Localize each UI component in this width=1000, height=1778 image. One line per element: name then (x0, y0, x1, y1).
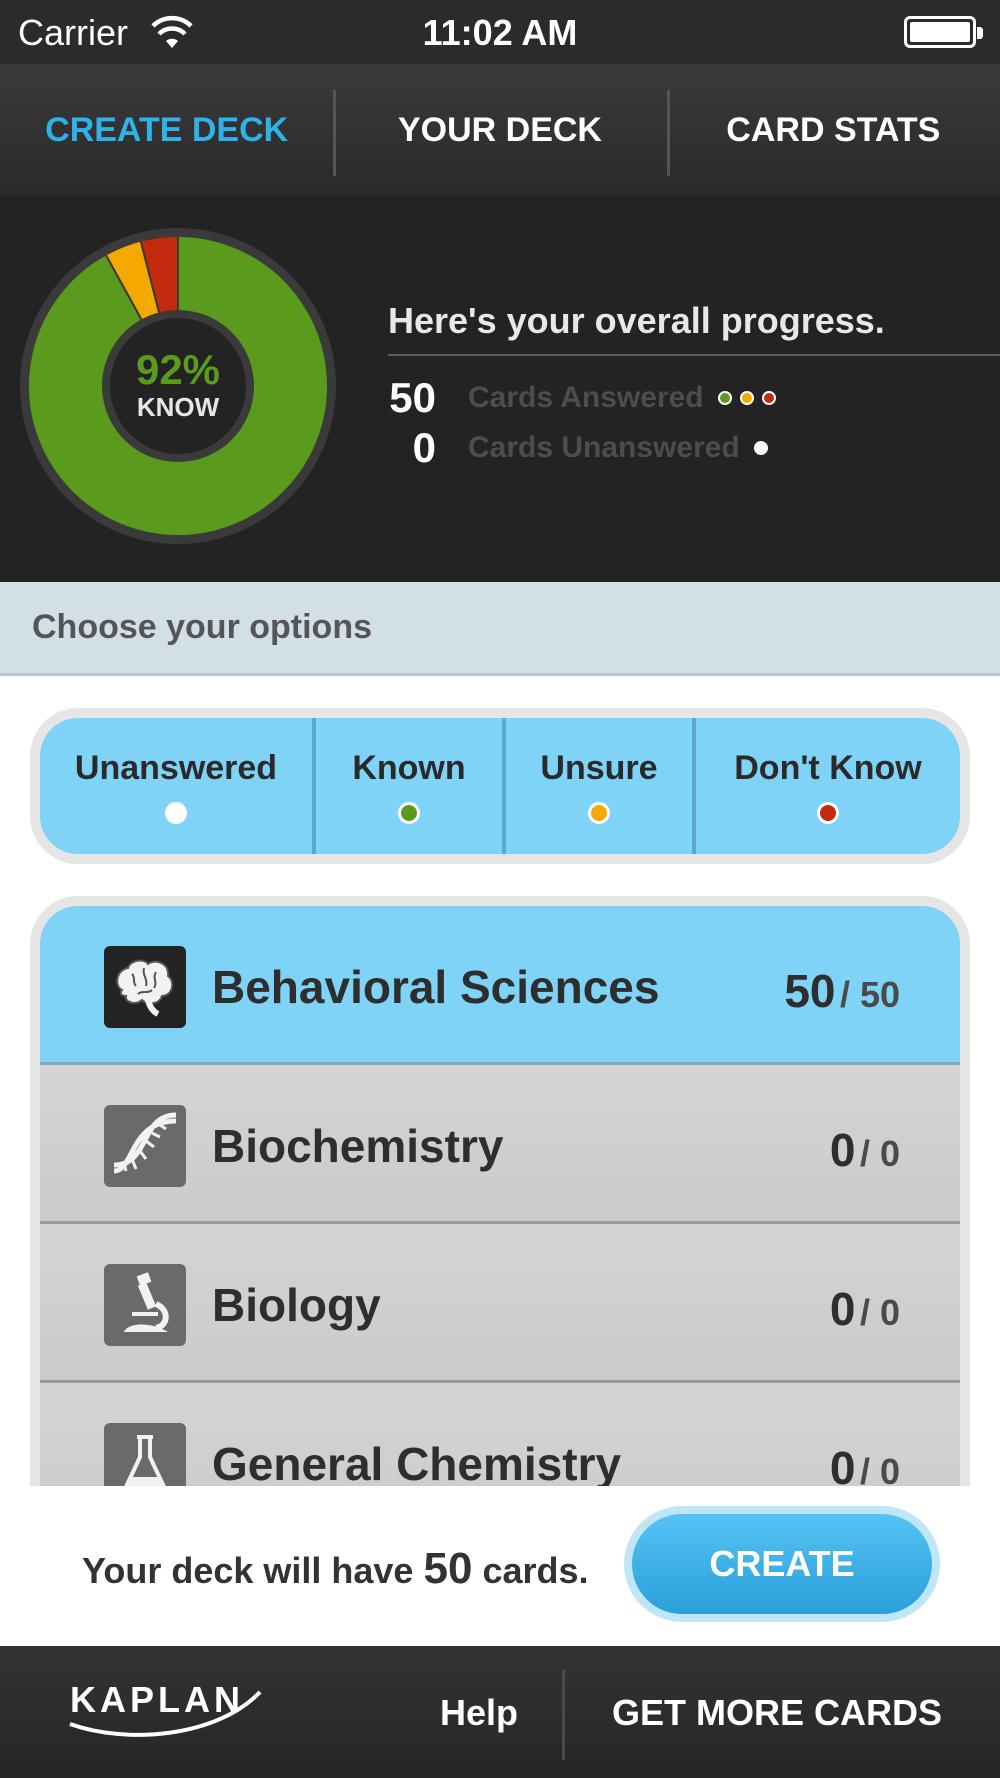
filter-unsure[interactable]: Unsure (502, 718, 692, 854)
svg-text:KAPLAN: KAPLAN (70, 1679, 244, 1720)
footer: KAPLAN Help GET MORE CARDS (0, 1646, 1000, 1778)
filter-dont-know[interactable]: Don't Know (692, 718, 960, 854)
dont-know-dot-icon (761, 391, 776, 405)
deck-size-summary: Your deck will have 50 cards. (82, 1544, 589, 1594)
divider (562, 1670, 565, 1760)
unanswered-dot-icon (165, 801, 187, 824)
status-bar: Carrier 11:02 AM (0, 0, 1000, 64)
category-count: 0 / 0 (829, 1283, 900, 1335)
known-dot-icon (398, 801, 420, 824)
filter-unanswered[interactable]: Unanswered (40, 718, 312, 854)
dont-know-dot-icon (817, 801, 839, 824)
battery-icon (904, 16, 983, 48)
unanswered-dots (753, 441, 768, 455)
category-list-container: Behavioral Sciences 50 / 50 Biochemistry… (30, 896, 970, 1496)
unsure-dot-icon (588, 801, 610, 824)
category-row-biochemistry[interactable]: Biochemistry 0 / 0 (40, 1065, 960, 1224)
brain-icon (104, 946, 186, 1028)
answered-stat: 50 Cards Answered (380, 374, 776, 422)
divider (388, 354, 1000, 356)
unanswered-label: Cards Unanswered (468, 431, 740, 464)
create-bar: Your deck will have 50 cards. CREATE (0, 1486, 1000, 1646)
unanswered-stat: 0 Cards Unanswered (380, 424, 768, 472)
category-count: 0 / 0 (829, 1124, 900, 1176)
category-row-general-chemistry[interactable]: General Chemistry 0 / 0 (40, 1383, 960, 1496)
get-more-cards-link[interactable]: GET MORE CARDS (612, 1692, 942, 1734)
unanswered-dot-icon (753, 441, 768, 455)
filter-known[interactable]: Known (312, 718, 502, 854)
filter-label: Don't Know (734, 748, 922, 787)
tab-card-stats[interactable]: CARD STATS (666, 64, 1000, 196)
category-row-biology[interactable]: Biology 0 / 0 (40, 1224, 960, 1383)
category-count: 50 / 50 (784, 965, 900, 1017)
help-link[interactable]: Help (440, 1692, 518, 1734)
deck-size-count: 50 (423, 1544, 473, 1593)
unsure-dot-icon (739, 391, 754, 405)
progress-headline: Here's your overall progress. (388, 300, 885, 341)
tab-create-deck[interactable]: CREATE DECK (0, 64, 333, 196)
filter-control: Unanswered Known Unsure Don't Know (30, 708, 970, 864)
filter-label: Unanswered (74, 748, 278, 787)
create-button[interactable]: CREATE (632, 1514, 932, 1614)
filter-label: Known (352, 748, 466, 787)
answered-label: Cards Answered (468, 381, 704, 414)
dna-icon (104, 1105, 186, 1187)
unanswered-count: 0 (412, 424, 436, 471)
filter-label: Unsure (540, 748, 658, 787)
known-caption: KNOW (136, 392, 220, 422)
known-dot-icon (717, 391, 732, 405)
microscope-icon (104, 1264, 186, 1346)
category-list: Behavioral Sciences 50 / 50 Biochemistry… (40, 906, 960, 1496)
deck-size-suffix: cards. (482, 1550, 589, 1591)
category-name: Biology (212, 1279, 381, 1331)
create-button-frame: CREATE (624, 1506, 940, 1622)
category-row-behavioral-sciences[interactable]: Behavioral Sciences 50 / 50 (40, 906, 960, 1065)
clock: 11:02 AM (422, 12, 578, 53)
tab-your-deck[interactable]: YOUR DECK (333, 64, 666, 196)
category-name: General Chemistry (212, 1438, 622, 1490)
top-tab-bar: CREATE DECK YOUR DECK CARD STATS (0, 64, 1000, 196)
known-percent: 92% (135, 346, 221, 393)
deck-size-prefix: Your deck will have (82, 1550, 414, 1591)
options-title: Choose your options (32, 608, 372, 646)
kaplan-logo: KAPLAN (69, 1679, 262, 1737)
options-header: Choose your options (0, 582, 1000, 676)
answered-count: 50 (389, 374, 436, 421)
category-name: Behavioral Sciences (212, 961, 660, 1013)
progress-panel: 92% KNOW Here's your overall progress. 5… (0, 196, 1000, 582)
answered-dots (717, 391, 776, 405)
category-name: Biochemistry (212, 1120, 504, 1172)
